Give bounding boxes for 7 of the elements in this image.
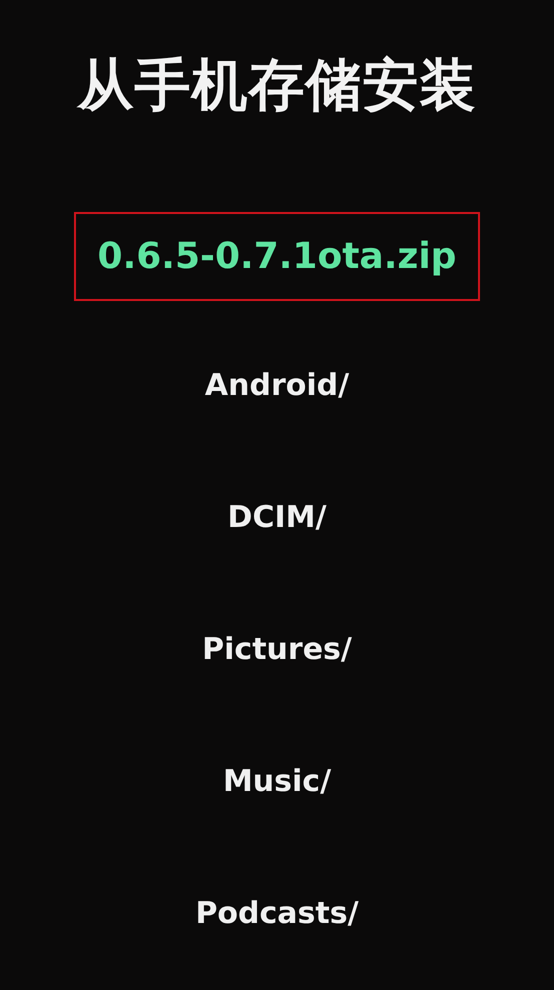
file-list-item[interactable]: Music/ bbox=[196, 740, 358, 823]
screen-title: 从手机存储安装 bbox=[76, 52, 478, 120]
file-list-item[interactable]: 0.6.5-0.7.1ota.zip bbox=[74, 212, 480, 301]
file-list-item[interactable]: Android/ bbox=[178, 344, 376, 427]
file-list-item[interactable]: Podcasts/ bbox=[169, 872, 385, 955]
file-list-item[interactable]: DCIM/ bbox=[202, 476, 352, 559]
file-list-item[interactable]: Pictures/ bbox=[176, 608, 378, 691]
